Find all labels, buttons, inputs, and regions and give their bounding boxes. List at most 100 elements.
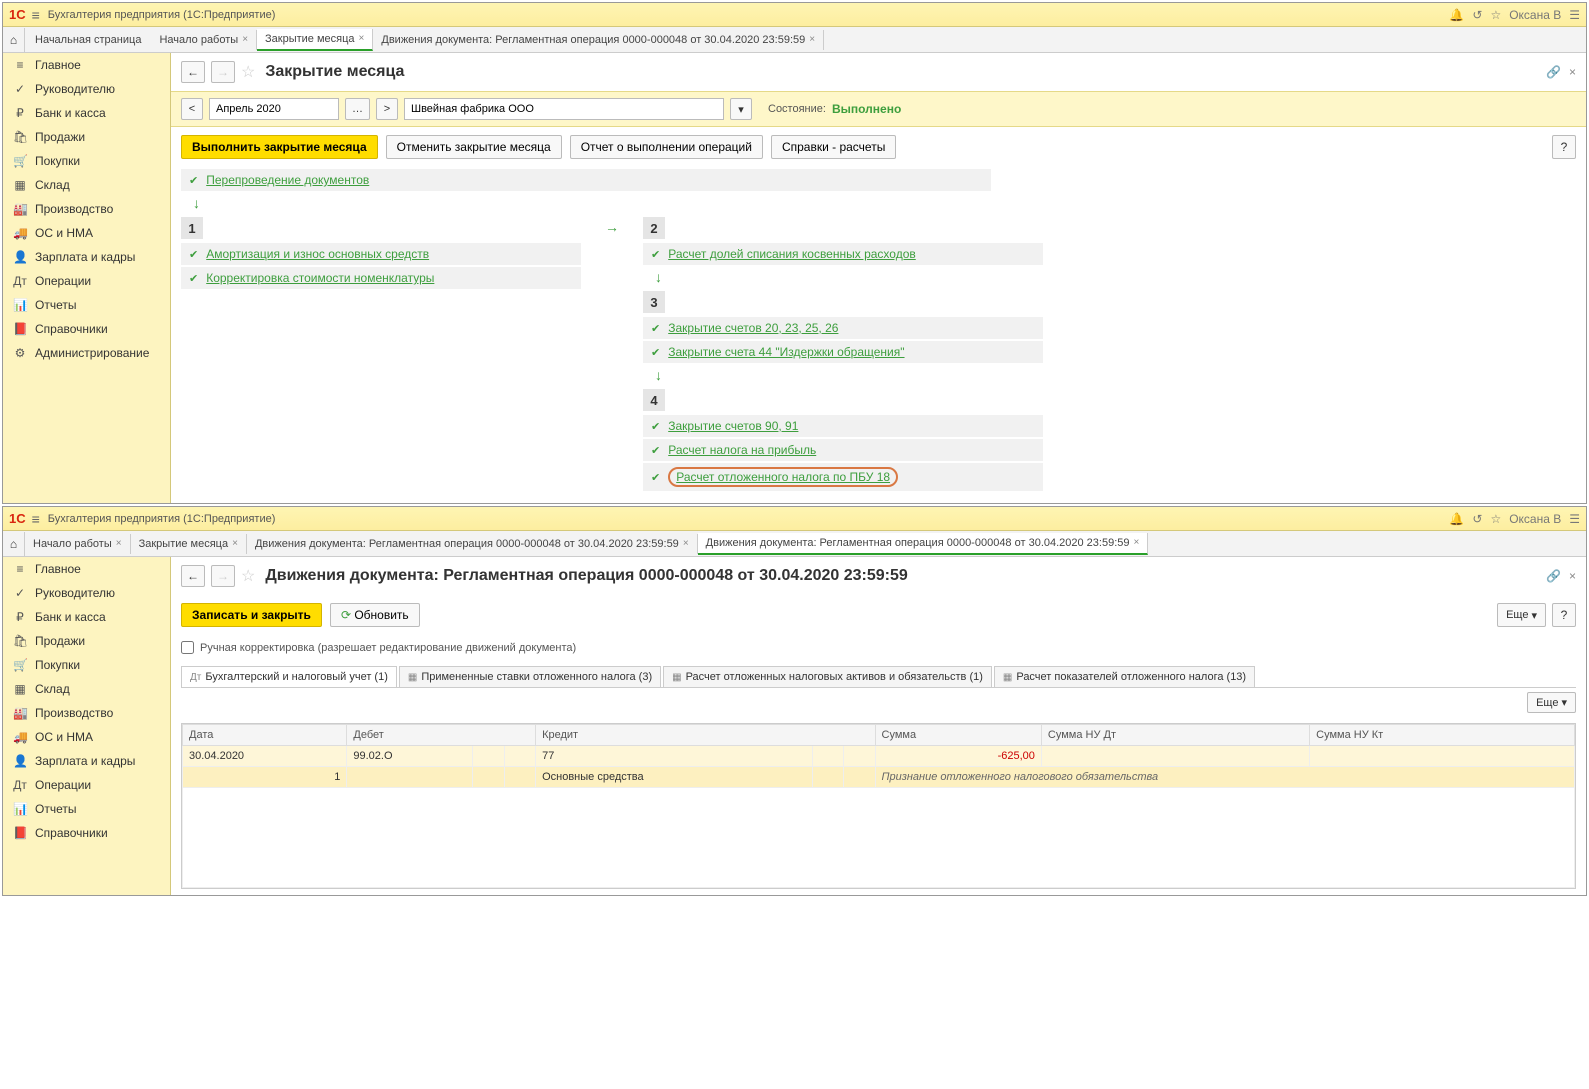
operation-link[interactable]: Закрытие счетов 20, 23, 25, 26 [668,321,838,335]
forward-button[interactable]: → [211,61,235,83]
save-close-button[interactable]: Записать и закрыть [181,603,322,627]
sidebar-item-sales[interactable]: 🛍Продажи [3,125,170,149]
sidebar-item-purchases[interactable]: 🛒Покупки [3,653,170,677]
sidebar-item-salary[interactable]: 👤Зарплата и кадры [3,245,170,269]
close-icon[interactable]: × [116,538,122,549]
manual-correction-checkbox[interactable] [181,641,194,654]
org-dropdown-button[interactable]: ▾ [730,98,752,120]
history-icon[interactable]: ↺ [1472,512,1482,526]
menu-icon[interactable]: ≡ [32,511,40,527]
tab-closing-month[interactable]: Закрытие месяца× [131,534,247,554]
bell-icon[interactable]: 🔔 [1449,8,1464,22]
back-button[interactable]: ← [181,565,205,587]
operation-link[interactable]: Корректировка стоимости номенклатуры [206,271,434,285]
operation-link[interactable]: Закрытие счета 44 "Издержки обращения" [668,345,904,359]
link-icon[interactable]: 🔗 [1546,569,1561,583]
period-input[interactable] [209,98,339,120]
favorite-icon[interactable]: ☆ [241,566,255,586]
table-row[interactable]: 30.04.2020 99.02.О 77 -625,00 [183,746,1575,767]
organization-select[interactable] [404,98,724,120]
repost-link[interactable]: Перепроведение документов [206,173,369,187]
tab-start-work[interactable]: Начало работы× [25,534,131,554]
bell-icon[interactable]: 🔔 [1449,512,1464,526]
settings-icon[interactable]: ☰ [1569,8,1580,22]
sidebar-item-reports[interactable]: 📊Отчеты [3,797,170,821]
subtab-deferred-assets[interactable]: ▦Расчет отложенных налоговых активов и о… [663,666,992,687]
col-sum-nu-dt[interactable]: Сумма НУ Дт [1041,725,1309,746]
start-page-tab[interactable]: Начальная страница [25,30,151,50]
help-button[interactable]: ? [1552,135,1576,159]
sidebar-item-manager[interactable]: ✓Руководителю [3,77,170,101]
col-credit[interactable]: Кредит [536,725,875,746]
star-icon[interactable]: ☆ [1490,512,1501,526]
sidebar-item-salary[interactable]: 👤Зарплата и кадры [3,749,170,773]
close-icon[interactable]: × [1569,65,1576,79]
table-more-button[interactable]: Еще ▾ [1527,692,1576,713]
favorite-icon[interactable]: ☆ [241,62,255,82]
table-row[interactable]: 1 Основные средства Признание отложенног… [183,767,1575,788]
references-button[interactable]: Справки - расчеты [771,135,896,159]
tab-closing-month[interactable]: Закрытие месяца× [257,29,373,51]
forward-button[interactable]: → [211,565,235,587]
cancel-closing-button[interactable]: Отменить закрытие месяца [386,135,562,159]
sidebar-item-main[interactable]: ≡Главное [3,557,170,581]
close-icon[interactable]: × [809,34,815,45]
operation-link[interactable]: Закрытие счетов 90, 91 [668,419,798,433]
tab-document-movements-2[interactable]: Движения документа: Регламентная операци… [698,533,1149,555]
tab-document-movements-1[interactable]: Движения документа: Регламентная операци… [247,534,698,554]
sidebar-item-operations[interactable]: ДтОперации [3,269,170,293]
close-icon[interactable]: × [683,538,689,549]
sidebar-item-bank[interactable]: ₽Банк и касса [3,605,170,629]
prev-period-button[interactable]: < [181,98,203,120]
settings-icon[interactable]: ☰ [1569,512,1580,526]
sidebar-item-purchases[interactable]: 🛒Покупки [3,149,170,173]
sidebar-item-manager[interactable]: ✓Руководителю [3,581,170,605]
back-button[interactable]: ← [181,61,205,83]
operation-link[interactable]: Расчет долей списания косвенных расходов [668,247,916,261]
operations-report-button[interactable]: Отчет о выполнении операций [570,135,763,159]
execute-button[interactable]: Выполнить закрытие месяца [181,135,378,159]
next-period-button[interactable]: > [376,98,398,120]
col-date[interactable]: Дата [183,725,347,746]
close-icon[interactable]: × [242,34,248,45]
sidebar-item-os-nma[interactable]: 🚚ОС и НМА [3,221,170,245]
close-icon[interactable]: × [1569,569,1576,583]
sidebar-item-sales[interactable]: 🛍Продажи [3,629,170,653]
sidebar-item-bank[interactable]: ₽Банк и касса [3,101,170,125]
sidebar-item-warehouse[interactable]: ▦Склад [3,677,170,701]
tab-start-work[interactable]: Начало работы× [151,30,257,50]
sidebar-item-production[interactable]: 🏭Производство [3,701,170,725]
home-tab[interactable]: ⌂ [3,532,25,556]
col-sum-nu-kt[interactable]: Сумма НУ Кт [1310,725,1575,746]
subtab-deferred-indicators[interactable]: ▦Расчет показателей отложенного налога (… [994,666,1255,687]
link-icon[interactable]: 🔗 [1546,65,1561,79]
col-sum[interactable]: Сумма [875,725,1041,746]
sidebar-item-catalogs[interactable]: 📕Справочники [3,317,170,341]
sidebar-item-main[interactable]: ≡Главное [3,53,170,77]
close-icon[interactable]: × [232,538,238,549]
operation-link[interactable]: Расчет налога на прибыль [668,443,816,457]
close-icon[interactable]: × [359,33,365,44]
home-tab[interactable]: ⌂ [3,28,25,52]
user-label[interactable]: Оксана В [1509,512,1561,526]
close-icon[interactable]: × [1134,537,1140,548]
history-icon[interactable]: ↺ [1472,8,1482,22]
star-icon[interactable]: ☆ [1490,8,1501,22]
sidebar-item-reports[interactable]: 📊Отчеты [3,293,170,317]
col-debit[interactable]: Дебет [347,725,536,746]
tab-document-movements[interactable]: Движения документа: Регламентная операци… [373,30,824,50]
operation-link-deferred-tax[interactable]: Расчет отложенного налога по ПБУ 18 [668,467,898,487]
sidebar-item-catalogs[interactable]: 📕Справочники [3,821,170,845]
help-button[interactable]: ? [1552,603,1576,627]
sidebar-item-production[interactable]: 🏭Производство [3,197,170,221]
user-label[interactable]: Оксана В [1509,8,1561,22]
sidebar-item-warehouse[interactable]: ▦Склад [3,173,170,197]
sidebar-item-operations[interactable]: ДтОперации [3,773,170,797]
operation-link[interactable]: Амортизация и износ основных средств [206,247,429,261]
sidebar-item-os-nma[interactable]: 🚚ОС и НМА [3,725,170,749]
sidebar-item-admin[interactable]: ⚙Администрирование [3,341,170,365]
more-button[interactable]: Еще ▾ [1497,603,1546,627]
period-select-button[interactable]: … [345,98,370,120]
menu-icon[interactable]: ≡ [32,7,40,23]
refresh-button[interactable]: ⟳ Обновить [330,603,420,627]
